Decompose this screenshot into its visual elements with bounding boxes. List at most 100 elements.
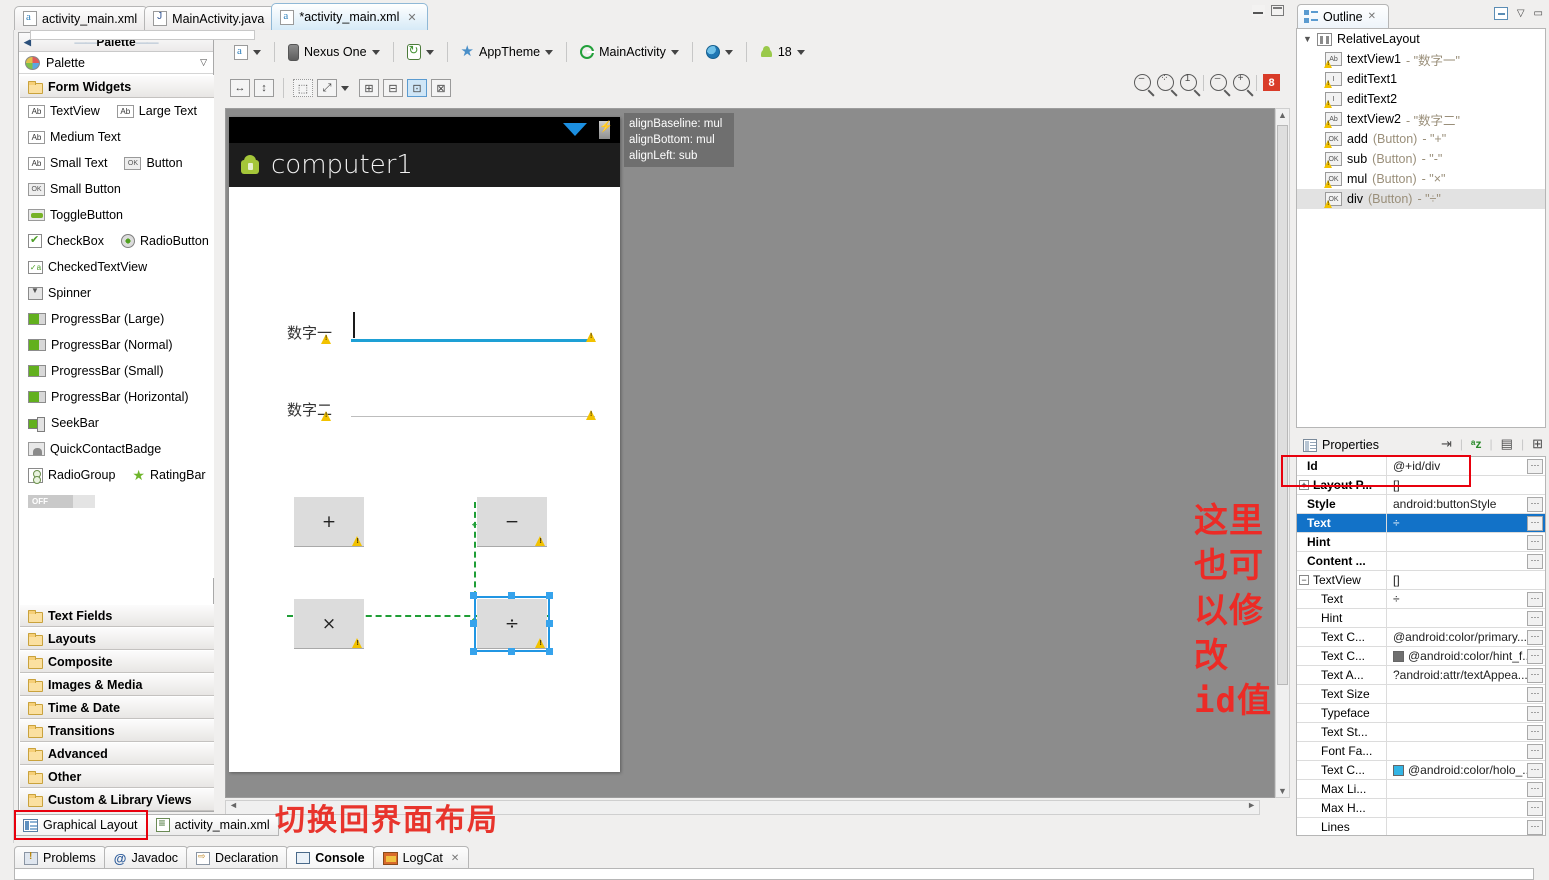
bottom-tab-javadoc[interactable]: @ Javadoc: [103, 846, 189, 869]
property-row-text[interactable]: Text ÷ ···: [1297, 590, 1545, 609]
maximize-editor-icon[interactable]: [1271, 5, 1284, 16]
property-row-text-st[interactable]: Text St... ···: [1297, 723, 1545, 742]
bottom-tab-declaration[interactable]: Declaration: [186, 846, 289, 869]
canvas-vertical-scrollbar[interactable]: ▲ ▼: [1275, 108, 1290, 798]
property-row-text-c[interactable]: Text C... @android:color/primary... ···: [1297, 628, 1545, 647]
property-value-cell[interactable]: ?android:attr/textAppea...: [1387, 668, 1527, 682]
palette-item-progressbar-large[interactable]: ProgressBar (Large): [28, 312, 164, 326]
design-canvas[interactable]: computer1 数字一 数字二: [225, 108, 1275, 798]
bottom-tab-problems[interactable]: Problems: [14, 846, 106, 869]
palette-header[interactable]: Palette ▽: [19, 52, 213, 74]
property-value-cell[interactable]: android:buttonStyle: [1387, 497, 1527, 511]
baseline-align-icon[interactable]: ⊞: [359, 79, 379, 97]
property-more-button[interactable]: ···: [1527, 610, 1543, 626]
editor-tab-1[interactable]: MainActivity.java: [144, 6, 276, 30]
property-value-cell[interactable]: []: [1387, 478, 1545, 492]
close-icon[interactable]: ✕: [1368, 11, 1376, 22]
palette-item-progressbar-horizontal[interactable]: ProgressBar (Horizontal): [28, 390, 189, 404]
chevron-down-icon[interactable]: [670, 49, 679, 55]
palette-item-radiogroup[interactable]: RadioGroup: [28, 467, 115, 484]
properties-grid[interactable]: Id @+id/div ··· + Layout P... [] Style android:…: [1296, 456, 1546, 836]
close-icon[interactable]: ✕: [407, 11, 416, 24]
palette-item-togglebutton[interactable]: ToggleButton: [28, 208, 123, 222]
collapse-icon[interactable]: −: [1299, 575, 1309, 585]
match-width-icon[interactable]: ↔: [230, 79, 250, 97]
chevron-down-icon[interactable]: [796, 49, 805, 55]
toolbar-item-apptheme[interactable]: ★ AppTheme: [457, 43, 558, 61]
palette-item-small-text[interactable]: Ab Small Text: [28, 156, 107, 170]
scroll-left-icon[interactable]: ◄: [229, 800, 238, 810]
toolbar-item-locale-globe-icon[interactable]: [702, 43, 737, 61]
outline-node-editText2[interactable]: IeditText2: [1297, 89, 1545, 109]
zoom-fit-icon[interactable]: ⁘: [1157, 73, 1174, 91]
outline-root-row[interactable]: ▼ RelativeLayout: [1297, 29, 1545, 49]
property-value-cell[interactable]: @+id/div: [1387, 459, 1527, 473]
property-more-button[interactable]: ···: [1527, 591, 1543, 607]
toolbar-item-orientation-icon[interactable]: [403, 42, 438, 62]
chevron-down-icon[interactable]: ▽: [200, 57, 207, 68]
property-row-typeface[interactable]: Typeface ···: [1297, 704, 1545, 723]
chevron-down-icon[interactable]: [724, 49, 733, 55]
zoom-out-fit-icon[interactable]: –: [1134, 73, 1151, 91]
palette-item-progressbar-small[interactable]: ProgressBar (Small): [28, 364, 164, 378]
palette-item-medium-text[interactable]: Ab Medium Text: [28, 130, 121, 144]
property-more-button[interactable]: ···: [1527, 515, 1543, 531]
property-row-text-a[interactable]: Text A... ?android:attr/textAppea... ···: [1297, 666, 1545, 685]
editor-tab-0[interactable]: activity_main.xml: [14, 6, 149, 30]
chevron-down-icon[interactable]: [253, 49, 261, 55]
palette-item-large-text[interactable]: Ab Large Text: [116, 104, 197, 118]
property-row-textview[interactable]: − TextView []: [1297, 571, 1545, 590]
scroll-thumb[interactable]: [1277, 125, 1288, 685]
property-row-text-c[interactable]: Text C... @android:color/hint_f... ···: [1297, 647, 1545, 666]
palette-item-ratingbar[interactable]: ★ RatingBar: [132, 468, 205, 482]
property-more-button[interactable]: ···: [1527, 705, 1543, 721]
palette-group-images-media[interactable]: Images & Media: [20, 673, 214, 696]
palette-item-checkbox[interactable]: CheckBox: [28, 233, 104, 248]
minimize-editor-icon[interactable]: [1252, 5, 1265, 16]
zoom-minus-icon[interactable]: –: [1210, 73, 1227, 91]
scroll-down-icon[interactable]: ▼: [1278, 786, 1287, 796]
bottom-tab-logcat[interactable]: LogCat ✕: [372, 846, 470, 869]
add-view-icon[interactable]: ⊞: [1532, 436, 1543, 452]
scroll-up-icon[interactable]: ▲: [1278, 110, 1287, 120]
resize-handle-nw[interactable]: [470, 592, 477, 599]
button-add[interactable]: +: [294, 497, 364, 547]
error-count-badge[interactable]: 8: [1263, 74, 1280, 91]
property-row-layout-p[interactable]: + Layout P... []: [1297, 476, 1545, 495]
property-more-button[interactable]: ···: [1527, 458, 1543, 474]
palette-item-seekbar[interactable]: SeekBar: [28, 416, 99, 432]
property-value-cell[interactable]: @android:color/primary...: [1387, 630, 1527, 644]
outline-node-sub[interactable]: OK sub (Button) - "-": [1297, 149, 1545, 169]
resize-handle-s[interactable]: [508, 648, 515, 655]
device-preview[interactable]: computer1 数字一 数字二: [229, 117, 620, 772]
property-more-button[interactable]: ···: [1527, 496, 1543, 512]
chevron-down-icon[interactable]: ▼: [1303, 34, 1312, 44]
sort-alpha-icon[interactable]: ᵃz: [1471, 437, 1482, 451]
edittext2[interactable]: [351, 410, 596, 420]
collapse-all-icon[interactable]: [1493, 7, 1508, 20]
zoom-plus-icon[interactable]: +: [1233, 73, 1250, 91]
property-more-button[interactable]: ···: [1527, 686, 1543, 702]
button-sub[interactable]: −: [477, 497, 547, 547]
button-mul[interactable]: ×: [294, 599, 364, 649]
view-menu-icon[interactable]: ▽: [1517, 8, 1525, 19]
outline-node-mul[interactable]: OK mul (Button) - "×": [1297, 169, 1545, 189]
property-more-button[interactable]: ···: [1527, 743, 1543, 759]
palette-item-off[interactable]: OFF: [28, 494, 73, 508]
bottom-tab-console[interactable]: Console: [286, 846, 375, 869]
property-more-button[interactable]: ···: [1527, 667, 1543, 683]
outline-node-textView2[interactable]: Ab textView2 - "数字二": [1297, 109, 1545, 129]
property-row-text[interactable]: Text ÷ ···: [1297, 514, 1545, 533]
expand-dropdown-icon[interactable]: [341, 85, 349, 91]
change-layout-icon[interactable]: ⊠: [431, 79, 451, 97]
property-more-button[interactable]: ···: [1527, 553, 1543, 569]
property-value-cell[interactable]: ÷: [1387, 592, 1527, 606]
palette-group-composite[interactable]: Composite: [20, 650, 214, 673]
property-row-id[interactable]: Id @+id/div ···: [1297, 457, 1545, 476]
edittext1[interactable]: [351, 312, 596, 342]
property-more-button[interactable]: ···: [1527, 648, 1543, 664]
align-structure-icon[interactable]: ⊡: [407, 79, 427, 97]
property-row-max-h[interactable]: Max H... ···: [1297, 799, 1545, 818]
property-more-button[interactable]: ···: [1527, 629, 1543, 645]
palette-item-radiobutton[interactable]: RadioButton: [120, 234, 209, 248]
